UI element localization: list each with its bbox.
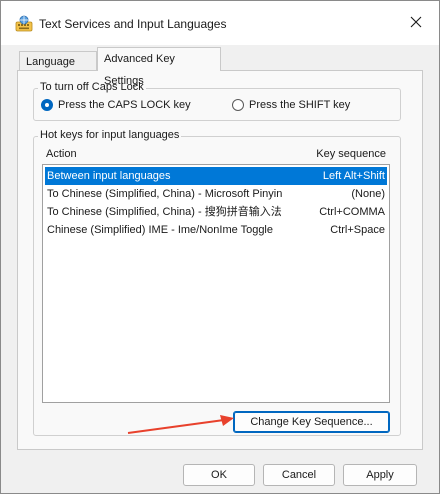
shift-key-option-label: Press the SHIFT key	[249, 99, 351, 111]
radio-checked-icon[interactable]	[41, 99, 53, 111]
keyboard-globe-icon	[15, 15, 33, 33]
annotation-arrow-icon	[127, 415, 234, 434]
list-header: Action Key sequence	[42, 146, 390, 163]
list-item-sequence: Ctrl+Space	[330, 224, 385, 236]
cancel-button[interactable]: Cancel	[263, 464, 335, 486]
list-item-sequence: (None)	[351, 188, 385, 200]
apply-button[interactable]: Apply	[343, 464, 417, 486]
list-item-sequence: Ctrl+COMMA	[319, 206, 385, 218]
close-button[interactable]	[393, 7, 439, 37]
change-key-sequence-button[interactable]: Change Key Sequence...	[233, 411, 390, 433]
hotkeys-group-label: Hot keys for input languages	[38, 129, 182, 141]
hotkeys-list[interactable]: Between input languages Left Alt+Shift T…	[42, 164, 390, 403]
tab-language-bar[interactable]: Language Bar	[19, 51, 97, 88]
caps-lock-option[interactable]: Press the CAPS LOCK key	[41, 99, 191, 111]
window-title: Text Services and Input Languages	[39, 17, 227, 31]
list-item-action: To Chinese (Simplified, China) - 搜狗拼音输入法	[47, 206, 282, 218]
list-item-sequence: Left Alt+Shift	[322, 170, 385, 182]
list-item[interactable]: Chinese (Simplified) IME - Ime/NonIme To…	[45, 221, 387, 239]
ok-button[interactable]: OK	[183, 464, 255, 486]
list-item[interactable]: To Chinese (Simplified, China) - 搜狗拼音输入法…	[45, 203, 387, 221]
list-item-action: To Chinese (Simplified, China) - Microso…	[47, 188, 283, 200]
shift-key-option[interactable]: Press the SHIFT key	[232, 99, 350, 111]
list-item-action: Chinese (Simplified) IME - Ime/NonIme To…	[47, 224, 273, 236]
caps-lock-option-label: Press the CAPS LOCK key	[58, 99, 191, 111]
dialog-window: Text Services and Input Languages Langua…	[0, 0, 440, 494]
list-item-action: Between input languages	[47, 170, 171, 182]
tab-advanced-key-settings[interactable]: Advanced Key Settings	[97, 47, 221, 87]
title-bar: Text Services and Input Languages	[1, 1, 439, 45]
column-header-action[interactable]: Action	[46, 148, 77, 160]
radio-unchecked-icon[interactable]	[232, 99, 244, 111]
list-item[interactable]: To Chinese (Simplified, China) - Microso…	[45, 185, 387, 203]
column-header-key-sequence[interactable]: Key sequence	[316, 148, 386, 160]
close-icon	[410, 16, 422, 28]
list-item[interactable]: Between input languages Left Alt+Shift	[45, 167, 387, 185]
